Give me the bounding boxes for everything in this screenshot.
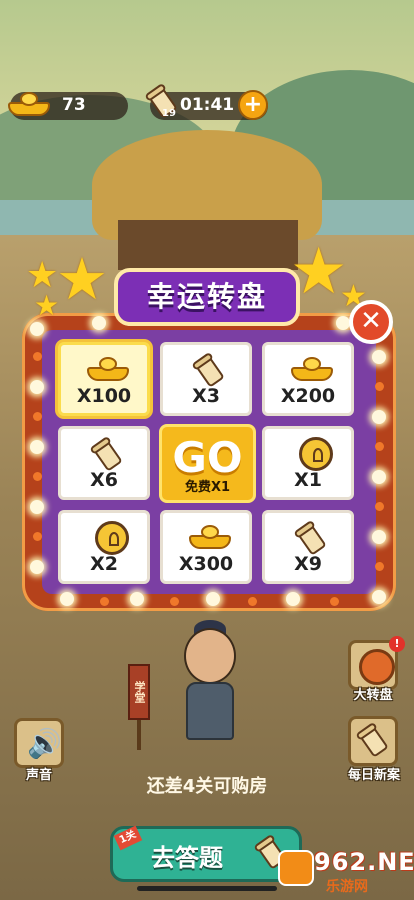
- icon-slot: [291, 521, 331, 556]
- light-dot: [375, 562, 384, 571]
- lightbulb-icon: [299, 437, 333, 471]
- icon-slot: [87, 437, 127, 472]
- icon-slot: [87, 353, 129, 383]
- study-hall-sign: 学堂: [128, 664, 150, 720]
- prize-label: X3: [192, 385, 220, 407]
- timer-text: 01:41: [180, 95, 235, 115]
- watermark-logo: 962.NET 乐游网: [276, 848, 414, 896]
- gold-counter: 73: [8, 92, 128, 120]
- icon-slot: [189, 521, 231, 551]
- watermark-name: 乐游网: [326, 879, 368, 895]
- light-bulb: [286, 592, 300, 606]
- light-dot: [33, 412, 42, 421]
- light-bulb: [372, 350, 386, 364]
- scroll-icon: [195, 356, 225, 388]
- gold-ingot-icon: [87, 357, 129, 381]
- light-dot: [170, 597, 179, 606]
- spin-go-button[interactable]: GO 免费X1: [159, 424, 256, 503]
- light-bulb: [30, 500, 44, 514]
- icon-slot: [291, 353, 333, 383]
- home-indicator: [137, 886, 277, 891]
- prize-label: X6: [90, 469, 118, 491]
- scroll-icon: [297, 524, 327, 556]
- icon-slot: [291, 437, 333, 471]
- light-dot: [330, 597, 339, 606]
- go-answer-label: 去答题: [151, 844, 223, 872]
- lightbulb-icon: [95, 521, 129, 555]
- icon-slot: [189, 353, 229, 388]
- prize-cell[interactable]: X300: [160, 510, 252, 584]
- lucky-wheel-title: 幸运转盘: [114, 268, 300, 326]
- gold-ingot-icon: [8, 92, 50, 116]
- prize-label: X1: [294, 469, 322, 491]
- prize-cell[interactable]: X2: [58, 510, 150, 584]
- prize-label: X300: [178, 553, 234, 575]
- prize-cell[interactable]: X3: [160, 342, 252, 416]
- light-dot: [375, 382, 384, 391]
- close-button[interactable]: ✕: [349, 300, 393, 344]
- light-dot: [248, 597, 257, 606]
- light-bulb: [30, 560, 44, 574]
- big-wheel-label: 大转盘: [353, 688, 393, 703]
- star-icon: ★: [56, 245, 108, 313]
- prize-cell[interactable]: X200: [262, 342, 354, 416]
- light-bulb: [92, 316, 106, 330]
- character-robe: [186, 682, 234, 740]
- icon-slot: [87, 521, 129, 555]
- light-bulb: [336, 316, 350, 330]
- light-bulb: [372, 590, 386, 604]
- light-bulb: [130, 592, 144, 606]
- light-bulb: [30, 440, 44, 454]
- watermark-badge-icon: [278, 850, 314, 886]
- light-dot: [33, 532, 42, 541]
- go-label: GO: [172, 433, 243, 482]
- light-bulb: [60, 592, 74, 606]
- prize-cell[interactable]: X9: [262, 510, 354, 584]
- prize-cell[interactable]: X1: [262, 426, 354, 500]
- light-dot: [33, 352, 42, 361]
- character-head: [184, 628, 236, 684]
- light-dot: [375, 502, 384, 511]
- add-energy-button[interactable]: +: [238, 90, 268, 120]
- wheel-icon: [359, 649, 395, 685]
- light-bulb: [372, 470, 386, 484]
- prize-label: X100: [76, 385, 132, 407]
- watermark-site: 962.NET: [314, 848, 414, 876]
- prize-cell[interactable]: X100: [58, 342, 150, 416]
- scroll-icon: [359, 726, 389, 758]
- sound-button[interactable]: 🔊: [14, 718, 64, 768]
- star-icon: ★: [34, 289, 60, 322]
- gold-amount: 73: [62, 95, 86, 115]
- light-bulb: [372, 410, 386, 424]
- energy-count: 19: [162, 108, 176, 119]
- scroll-icon: [93, 440, 123, 472]
- prize-label: X9: [294, 553, 322, 575]
- light-dot: [375, 442, 384, 451]
- notification-badge: !: [389, 636, 405, 652]
- prize-label: X200: [280, 385, 336, 407]
- daily-case-button[interactable]: [348, 716, 398, 766]
- light-bulb: [30, 380, 44, 394]
- prize-cell[interactable]: X6: [58, 426, 150, 500]
- light-dot: [100, 597, 109, 606]
- light-bulb: [30, 322, 44, 336]
- scholar-character: [178, 620, 242, 750]
- gold-ingot-icon: [291, 357, 333, 381]
- progress-hint: 还差4关可购房: [146, 776, 268, 797]
- light-dot: [33, 472, 42, 481]
- light-bulb: [372, 530, 386, 544]
- speaker-icon: 🔊: [27, 727, 62, 760]
- thatched-hut-body: [118, 220, 298, 270]
- sign-pole: [137, 720, 141, 750]
- gold-ingot-icon: [189, 525, 231, 549]
- prize-label: X2: [90, 553, 118, 575]
- energy-timer: 19 01:41 +: [148, 87, 268, 120]
- free-spin-count: 免费X1: [184, 480, 231, 495]
- light-bulb: [206, 592, 220, 606]
